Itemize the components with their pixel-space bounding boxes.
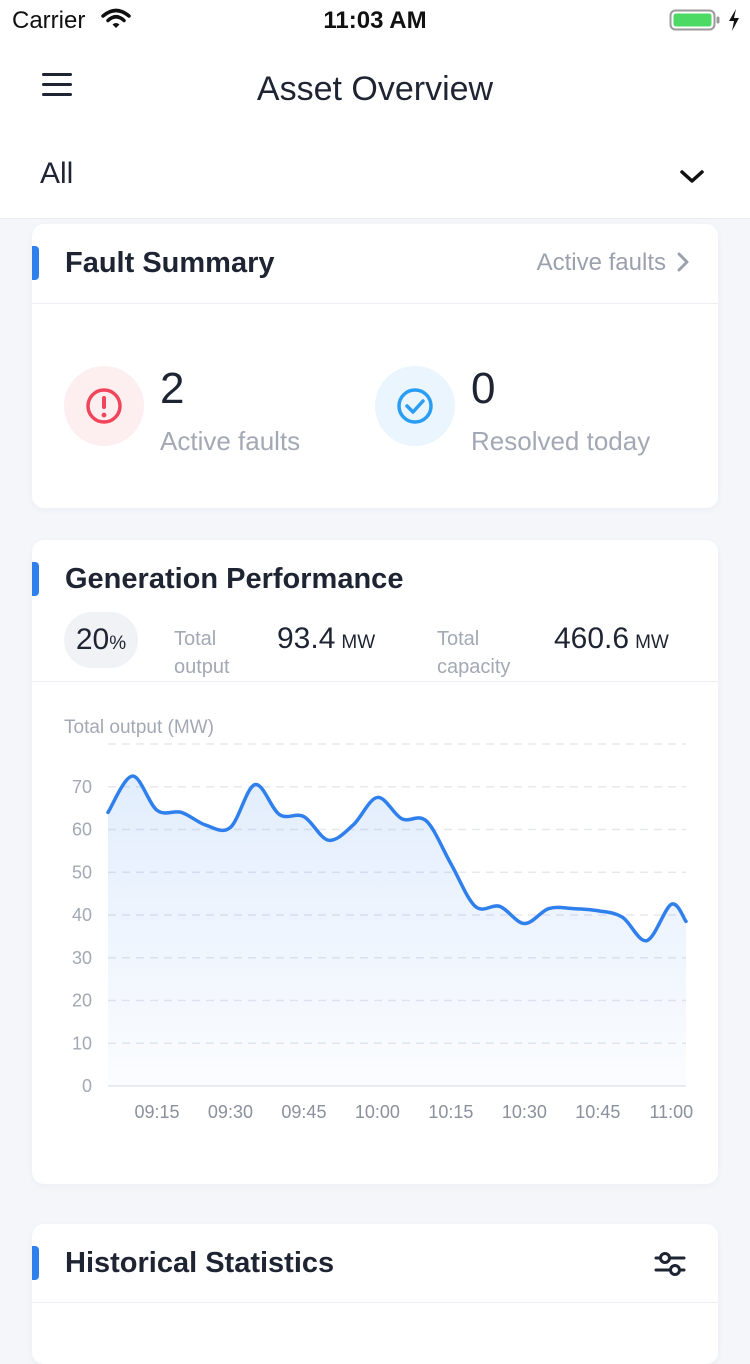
x-tick-label: 10:15	[428, 1102, 473, 1122]
total-output-label-line1: Total	[174, 628, 217, 650]
active-faults-label: Active faults	[160, 426, 301, 456]
filter-selected-value: All	[40, 157, 74, 190]
battery-icon	[669, 9, 720, 31]
resolved-today-count: 0	[471, 364, 496, 413]
resolved-today-label: Resolved today	[471, 426, 651, 456]
total-output-value: 93.4 MW	[277, 622, 375, 656]
divider	[32, 1302, 718, 1303]
page-title: Asset Overview	[256, 70, 494, 108]
output-percentage-value: 20	[75, 623, 110, 656]
alert-icon	[86, 388, 122, 424]
historical-statistics-card: Historical Statistics	[32, 1224, 718, 1364]
card-accent-bar	[32, 246, 39, 280]
navigation-bar: Asset Overview	[0, 40, 750, 140]
active-faults-badge	[64, 366, 144, 446]
output-percentage-unit: %	[109, 633, 127, 654]
total-capacity-unit: MW	[635, 632, 669, 653]
historical-statistics-title: Historical Statistics	[65, 1247, 335, 1279]
total-output-number: 93.4	[277, 622, 336, 655]
total-output-unit: MW	[341, 632, 376, 653]
x-tick-label: 10:00	[355, 1102, 400, 1122]
resolved-today-badge	[375, 366, 455, 446]
total-output-label: Total output	[174, 625, 230, 681]
y-tick-label: 60	[72, 820, 92, 840]
output-chart: Total output (MW) 0 10 20 30 40 50 60 70 09:15 0…	[64, 717, 693, 1122]
total-capacity-label-line2: capacity	[437, 656, 511, 678]
generation-performance-title: Generation Performance	[65, 563, 404, 595]
y-tick-label: 20	[72, 991, 92, 1011]
chart-title: Total output (MW)	[64, 717, 214, 738]
card-accent-bar	[32, 562, 39, 596]
active-faults-link-label: Active faults	[536, 249, 666, 276]
status-time: 11:03 AM	[323, 7, 427, 34]
x-tick-label: 09:15	[134, 1102, 179, 1122]
divider	[32, 303, 718, 304]
y-tick-label: 70	[72, 777, 92, 797]
total-capacity-label: Total capacity	[437, 625, 510, 681]
y-tick-label: 30	[72, 948, 92, 968]
active-faults-count: 2	[160, 364, 185, 413]
y-tick-label: 10	[72, 1033, 92, 1053]
y-tick-label: 50	[72, 862, 92, 882]
total-capacity-label-line1: Total	[437, 628, 480, 650]
x-tick-label: 10:45	[575, 1102, 620, 1122]
filter-sliders-icon[interactable]	[654, 1250, 686, 1278]
x-tick-label: 10:30	[502, 1102, 547, 1122]
fault-summary-title: Fault Summary	[65, 247, 275, 279]
chevron-down-icon	[680, 170, 704, 183]
charging-bolt-icon	[729, 9, 739, 31]
total-output-label-line2: output	[174, 656, 230, 678]
y-tick-label: 0	[82, 1076, 92, 1096]
active-faults-link[interactable]: Active faults	[537, 249, 690, 277]
x-tick-label: 09:30	[208, 1102, 253, 1122]
check-circle-icon	[397, 388, 433, 424]
chevron-right-icon	[677, 252, 689, 272]
generation-performance-card: Generation Performance 20% Total output …	[32, 540, 718, 1184]
total-capacity-number: 460.6	[554, 622, 630, 655]
x-tick-label: 09:45	[281, 1102, 326, 1122]
asset-filter-dropdown[interactable]: All	[0, 140, 750, 219]
status-bar: Carrier 11:03 AM	[0, 0, 750, 40]
total-capacity-value: 460.6 MW	[554, 622, 669, 656]
x-tick-label: 11:00	[649, 1102, 693, 1122]
y-tick-label: 40	[72, 905, 92, 925]
output-percentage-badge: 20%	[64, 612, 138, 668]
fault-summary-card: Fault Summary Active faults 2 Active fau…	[32, 224, 718, 508]
divider	[32, 681, 718, 682]
output-area	[108, 776, 686, 1086]
card-accent-bar	[32, 1246, 39, 1280]
